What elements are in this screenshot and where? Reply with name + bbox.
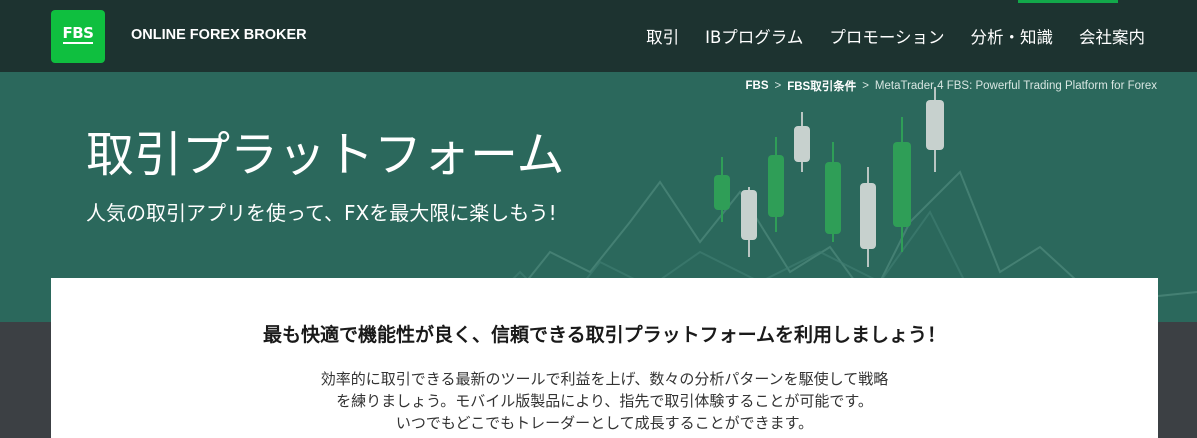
nav-item-analytics[interactable]: 分析・知識 <box>971 24 1054 48</box>
nav-item-company[interactable]: 会社案内 <box>1079 24 1145 48</box>
breadcrumb-fbs[interactable]: FBS <box>745 80 768 92</box>
nav-accent-line <box>1018 0 1118 3</box>
fbs-logo[interactable]: FBS <box>51 10 105 63</box>
breadcrumb-trading-conditions[interactable]: FBS取引条件 <box>787 78 856 94</box>
card-heading: 最も快適で機能性が良く、信頼できる取引プラットフォームを利用しましょう！ <box>262 324 947 346</box>
breadcrumb-separator: > <box>774 80 782 92</box>
breadcrumb-current: MetaTrader 4 FBS: Powerful Trading Platf… <box>874 80 1157 92</box>
nav-item-ib-program[interactable]: IBプログラム <box>705 24 803 48</box>
page-subtitle: 人気の取引アプリを使って、FXを最大限に楽しもう! <box>86 201 557 225</box>
description-line: を練りましょう。モバイル版製品により、指先で取引体験することが可能です。 <box>336 392 873 410</box>
description-line: いつでもどこでもトレーダーとして成長することができます。 <box>395 414 814 432</box>
top-navigation-bar: FBS ONLINE FOREX BROKER 取引 IBプログラム プロモーシ… <box>0 0 1197 72</box>
breadcrumb-separator: > <box>862 80 869 92</box>
page-title: 取引プラットフォーム <box>86 127 565 183</box>
brand-tagline: ONLINE FOREX BROKER <box>131 27 307 43</box>
nav-item-promotions[interactable]: プロモーション <box>829 24 944 48</box>
card-description: 効率的に取引できる最新のツールで利益を上げ、数々の分析パターンを駆使して戦略 を… <box>51 368 1158 434</box>
breadcrumb: FBS > FBS取引条件 > MetaTrader 4 FBS: Powerf… <box>745 78 1157 94</box>
nav-item-trading[interactable]: 取引 <box>646 24 679 48</box>
description-line: 効率的に取引できる最新のツールで利益を上げ、数々の分析パターンを駆使して戦略 <box>320 370 889 388</box>
content-card: 最も快適で機能性が良く、信頼できる取引プラットフォームを利用しましょう！ 効率的… <box>51 278 1158 438</box>
main-nav: 取引 IBプログラム プロモーション 分析・知識 会社案内 <box>646 24 1145 48</box>
